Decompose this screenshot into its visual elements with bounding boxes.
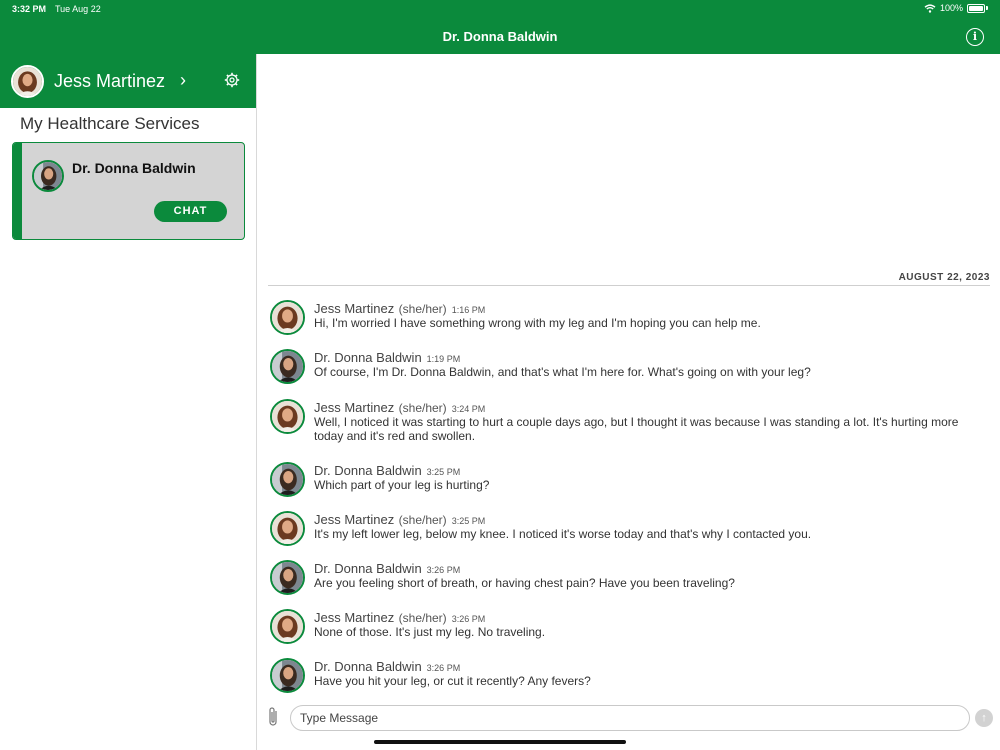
status-date: Tue Aug 22	[55, 4, 101, 14]
message-pronouns: (she/her)	[398, 401, 447, 415]
section-title: My Healthcare Services	[20, 114, 200, 133]
avatar	[270, 300, 305, 335]
message-input[interactable]	[290, 705, 970, 731]
message-author: Dr. Donna Baldwin	[314, 463, 422, 478]
message-pronouns: (she/her)	[398, 611, 447, 625]
composer: ↑	[257, 704, 1000, 744]
send-button[interactable]: ↑	[975, 709, 993, 727]
message-time: 1:16 PM	[451, 305, 486, 315]
gear-icon[interactable]	[224, 72, 240, 88]
app-header: 3:32 PM Tue Aug 22 100% Dr. Donna Baldwi…	[0, 0, 1000, 54]
message-time: 1:19 PM	[426, 354, 461, 364]
message-text: None of those. It's just my leg. No trav…	[314, 625, 546, 639]
date-divider: AUGUST 22, 2023	[268, 272, 990, 286]
conversation-title: Dr. Donna Baldwin	[442, 29, 558, 44]
wifi-icon	[924, 3, 936, 13]
message-pronouns: (she/her)	[398, 513, 447, 527]
message-text: Well, I noticed it was starting to hurt …	[314, 415, 959, 443]
avatar	[270, 609, 305, 644]
message-author: Jess Martinez	[314, 512, 395, 527]
home-indicator	[374, 740, 626, 744]
service-card[interactable]: Dr. Donna Baldwin CHAT	[12, 142, 245, 240]
paperclip-icon[interactable]	[266, 706, 280, 728]
avatar	[270, 658, 305, 693]
message-author: Jess Martinez	[314, 301, 395, 316]
message-time: 3:26 PM	[426, 565, 461, 575]
profile-name[interactable]: Jess Martinez	[54, 71, 165, 92]
message-author: Dr. Donna Baldwin	[314, 561, 422, 576]
message-time: 3:26 PM	[451, 614, 486, 624]
profile-bar[interactable]: Jess Martinez ›	[0, 54, 256, 108]
message-author: Dr. Donna Baldwin	[314, 350, 422, 365]
message-pronouns: (she/her)	[398, 302, 447, 316]
message-text: It's my left lower leg, below my knee. I…	[314, 527, 812, 541]
status-time: 3:32 PM	[12, 4, 47, 14]
message-time: 3:25 PM	[426, 467, 461, 477]
battery-icon	[967, 3, 985, 13]
avatar	[270, 560, 305, 595]
avatar	[270, 462, 305, 497]
chat-pane: AUGUST 22, 2023 Jess Martinez (she/her) 1…	[257, 54, 1000, 750]
status-indicators: 100%	[924, 3, 988, 13]
chat-button[interactable]: CHAT	[154, 201, 227, 222]
date-label: AUGUST 22, 2023	[898, 272, 990, 283]
message-text: Which part of your leg is hurting?	[314, 478, 490, 492]
message-time: 3:24 PM	[451, 404, 486, 414]
card-accent	[13, 143, 22, 239]
sidebar: Jess Martinez › My Healthcare Services D…	[0, 54, 257, 750]
message-text: Are you feeling short of breath, or havi…	[314, 576, 735, 590]
avatar	[270, 349, 305, 384]
avatar	[270, 399, 305, 434]
chevron-right-icon[interactable]: ›	[180, 70, 186, 91]
service-provider-name: Dr. Donna Baldwin	[72, 160, 196, 176]
message-author: Jess Martinez	[314, 610, 395, 625]
message-author: Dr. Donna Baldwin	[314, 659, 422, 674]
message-time: 3:25 PM	[451, 516, 486, 526]
message-text: Have you hit your leg, or cut it recentl…	[314, 674, 591, 688]
battery-percent: 100%	[939, 3, 963, 13]
avatar	[32, 160, 64, 192]
message-text: Of course, I'm Dr. Donna Baldwin, and th…	[314, 365, 811, 379]
info-icon[interactable]: i	[966, 28, 984, 46]
message-time: 3:26 PM	[426, 663, 461, 673]
avatar	[270, 511, 305, 546]
avatar[interactable]	[11, 65, 44, 98]
message-text: Hi, I'm worried I have something wrong w…	[314, 316, 761, 330]
message-author: Jess Martinez	[314, 400, 395, 415]
